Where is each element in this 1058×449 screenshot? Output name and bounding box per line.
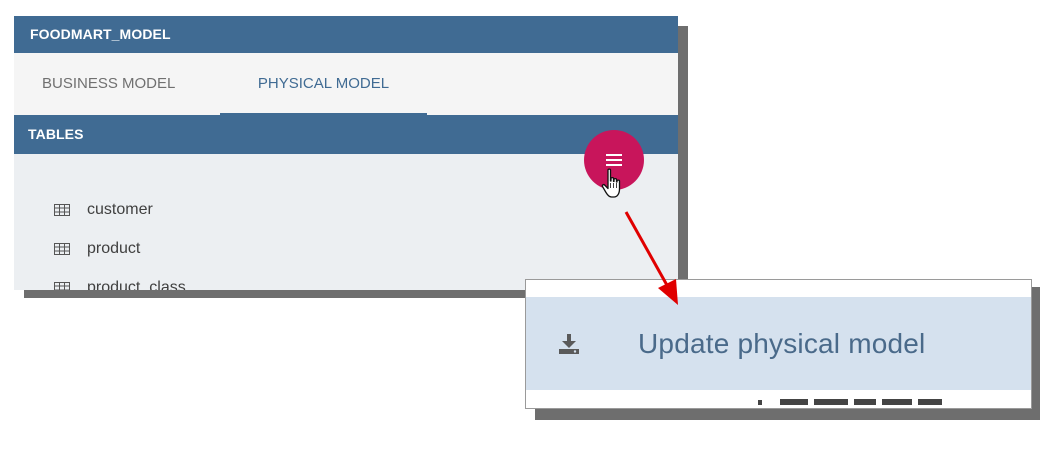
- fab-popup-menu: Update physical model: [525, 279, 1032, 409]
- model-title: FOODMART_MODEL: [14, 16, 678, 53]
- tab-physical-model[interactable]: PHYSICAL MODEL: [220, 53, 427, 115]
- table-grid-icon: [54, 243, 70, 255]
- model-tabs: BUSINESS MODEL PHYSICAL MODEL: [14, 53, 678, 115]
- table-item-product[interactable]: product: [54, 239, 678, 259]
- menu-item-label: Update physical model: [638, 327, 926, 359]
- model-panel: FOODMART_MODEL BUSINESS MODEL PHYSICAL M…: [14, 16, 678, 290]
- table-name: product: [87, 240, 141, 257]
- menu-icon: [606, 154, 622, 166]
- table-name: product_class: [87, 279, 186, 290]
- hand-pointer-icon: [601, 168, 621, 198]
- tables-header: TABLES: [14, 115, 678, 154]
- screenshot-stage: FOODMART_MODEL BUSINESS MODEL PHYSICAL M…: [0, 0, 1058, 449]
- table-item-customer[interactable]: customer: [54, 200, 678, 220]
- download-icon: [559, 333, 579, 354]
- table-grid-icon: [54, 204, 70, 216]
- table-list: customer product product_class: [14, 154, 678, 290]
- table-name: customer: [87, 201, 153, 218]
- update-physical-model-item[interactable]: Update physical model: [526, 297, 1031, 390]
- table-grid-icon: [54, 282, 70, 290]
- tab-business-model[interactable]: BUSINESS MODEL: [42, 53, 220, 115]
- cropped-menu-item-fragment: [758, 399, 942, 405]
